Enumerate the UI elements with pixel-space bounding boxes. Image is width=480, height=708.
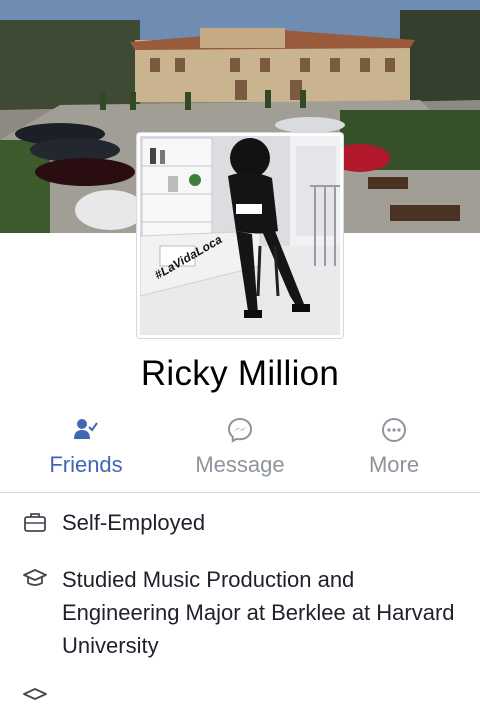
profile-name: Ricky Million [140,354,340,393]
more-button[interactable]: More [314,412,474,482]
more-label: More [368,452,420,477]
profile-picture[interactable] [137,133,343,338]
section-divider [0,492,480,493]
info-text-education: Studied Music Production and Engineering… [62,567,455,658]
profile-actions: Friends Message More [0,412,480,482]
info-text-work: Self-Employed [62,510,206,535]
info-item-education: Studied Music Production and Engineering… [0,563,480,663]
more-dots-icon [382,418,406,442]
friends-button[interactable]: Friends [6,412,166,482]
friends-check-icon [74,419,98,439]
messenger-icon [227,417,253,443]
info-item-education-2 [0,682,480,702]
info-item-work: Self-Employed [0,507,480,547]
graduation-cap-icon [23,569,47,586]
graduation-cap-icon [23,688,47,700]
friends-label: Friends [49,452,123,477]
message-button[interactable]: Message [160,412,320,482]
message-label: Message [195,452,285,477]
briefcase-icon [24,513,46,532]
